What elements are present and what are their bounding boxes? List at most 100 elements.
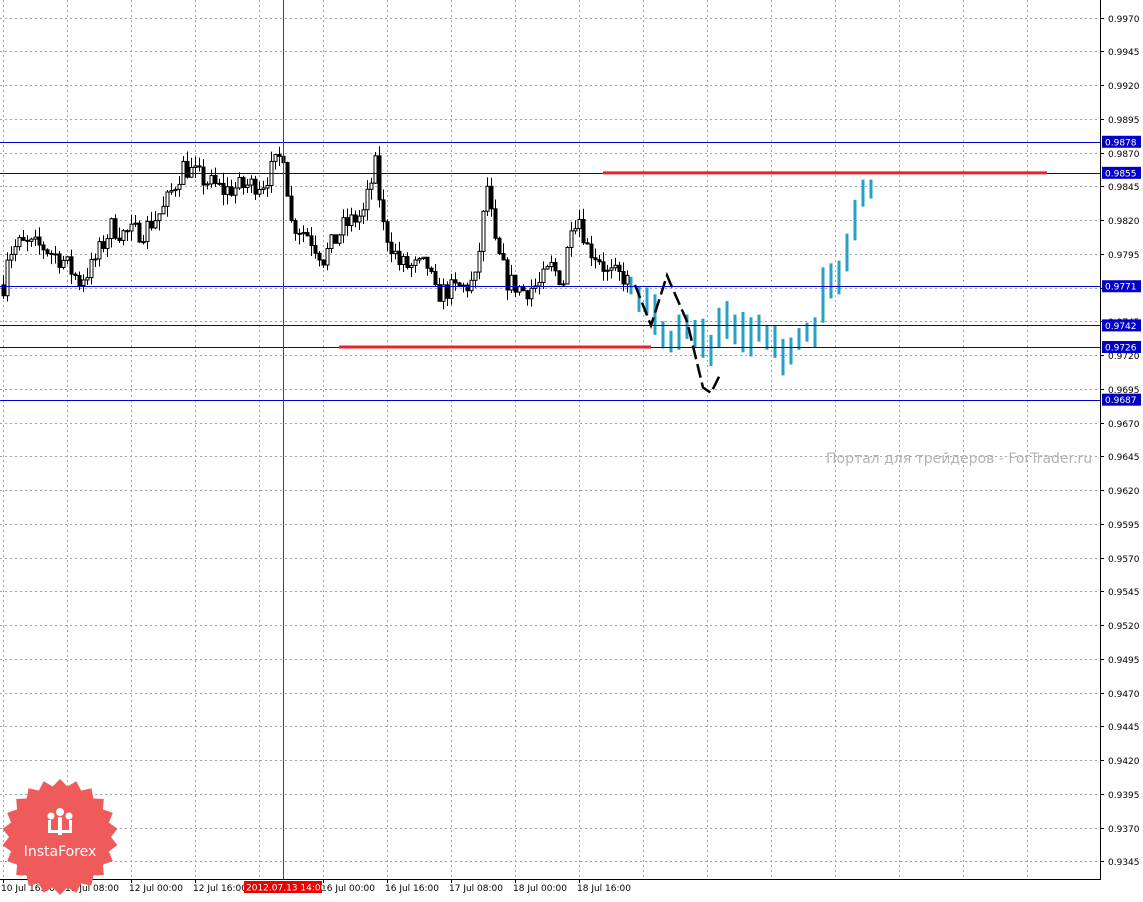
forecast-bar [653,294,657,335]
candle-body [601,261,606,272]
candle-body [325,248,330,266]
candle-body [61,259,66,268]
candle-body [89,259,94,279]
time-tick-label: 12 Jul 00:00 [129,884,183,894]
candle-body [389,241,394,255]
candle-body [241,177,246,188]
candle-body [277,154,282,157]
candle-body [441,284,446,302]
candle-body [613,264,618,269]
level-price-label: 0.9878 [1105,138,1137,148]
watermark-text: Портал для трейдеров - ForTrader.ru [826,451,1093,467]
price-tick-label: 0.9470 [1108,690,1140,700]
candle-body [313,244,318,254]
candle-body [289,195,294,222]
candle-body [305,232,310,237]
price-tick-label: 0.9545 [1108,588,1140,598]
forecast-bar [869,179,873,199]
candle-body [433,271,438,286]
candle-body [189,166,194,178]
candle-body [513,274,518,293]
candle-body [541,268,546,283]
candle-body [397,250,402,266]
candle-body [65,256,70,261]
candle-body [213,175,218,184]
candle-body [113,218,118,239]
candle-body [357,215,362,223]
candle-body [469,279,474,292]
candle-body [421,256,426,260]
price-chart[interactable]: 0.9970 0.9945 0.9920 0.9895 0.9870 0.9845 0.98… [0,0,1143,898]
candle-body [29,238,34,242]
candle-body [545,266,550,270]
candle-body [349,214,354,227]
candle-body [521,286,526,292]
candle-body [37,236,42,246]
candle-body [105,238,110,249]
forecast-bar [629,276,633,295]
forecast-bar [861,179,865,207]
candle-body [57,253,62,268]
candle-body [141,241,146,244]
price-tick-label: 0.9920 [1108,82,1140,92]
forecast-bar [733,314,737,345]
candle-body [245,184,250,188]
candle-body [193,165,198,168]
candle-body [409,264,414,268]
price-tick-label: 0.9970 [1108,15,1140,25]
logo-text: InstaForex [23,844,97,860]
candle-body [85,277,90,281]
candle-body [621,271,626,285]
level-price-label: 0.9855 [1105,169,1137,179]
price-tick-label: 0.9895 [1108,116,1140,126]
candle-body [485,185,490,212]
candle-body [609,267,614,271]
candle-body [549,261,554,268]
forecast-bar [797,328,801,350]
candle-body [81,279,86,287]
candle-body [537,281,542,287]
candle-body [425,256,430,269]
candle-body [577,218,582,230]
forecast-bar [773,325,777,358]
time-tick-label: 16 Jul 00:00 [321,884,375,894]
chart-canvas[interactable]: 0.9970 0.9945 0.9920 0.9895 0.9870 0.9845 0.98… [0,0,1143,898]
candle-body [249,178,254,186]
candle-body [477,250,482,273]
level-price-label: 0.9687 [1105,396,1137,406]
candle-body [209,175,214,185]
price-tick-label: 0.9445 [1108,723,1140,733]
price-tick-label: 0.9495 [1108,656,1140,666]
forecast-bar [837,260,841,295]
candle-body [497,237,502,255]
price-tick-label: 0.9820 [1108,217,1140,227]
candle-body [17,237,22,248]
candle-body [457,282,462,287]
candle-body [253,178,258,195]
chart-background [0,0,1143,898]
candle-body [137,222,142,243]
candle-body [225,186,230,195]
candle-body [377,155,382,201]
time-tick-label: 16 Jul 16:00 [385,884,439,894]
candle-body [333,234,338,244]
candle-body [101,241,106,249]
price-tick-label: 0.9595 [1108,521,1140,531]
candle-body [117,237,122,241]
candle-body [121,230,126,241]
candle-body [21,237,26,241]
candle-body [585,242,590,245]
candle-body [301,232,306,235]
candle-body [157,213,162,222]
candle-body [25,239,30,242]
candle-body [197,165,202,168]
level-price-label: 0.9771 [1105,283,1137,293]
candle-body [257,189,262,195]
instaforex-logo: InstaForex [1,778,119,896]
price-tick-label: 0.9670 [1108,420,1140,430]
candle-body [185,160,190,178]
candle-body [413,259,418,266]
time-tick-label: 12 Jul 16:00 [193,884,247,894]
candle-body [149,220,154,229]
candle-body [437,284,442,302]
